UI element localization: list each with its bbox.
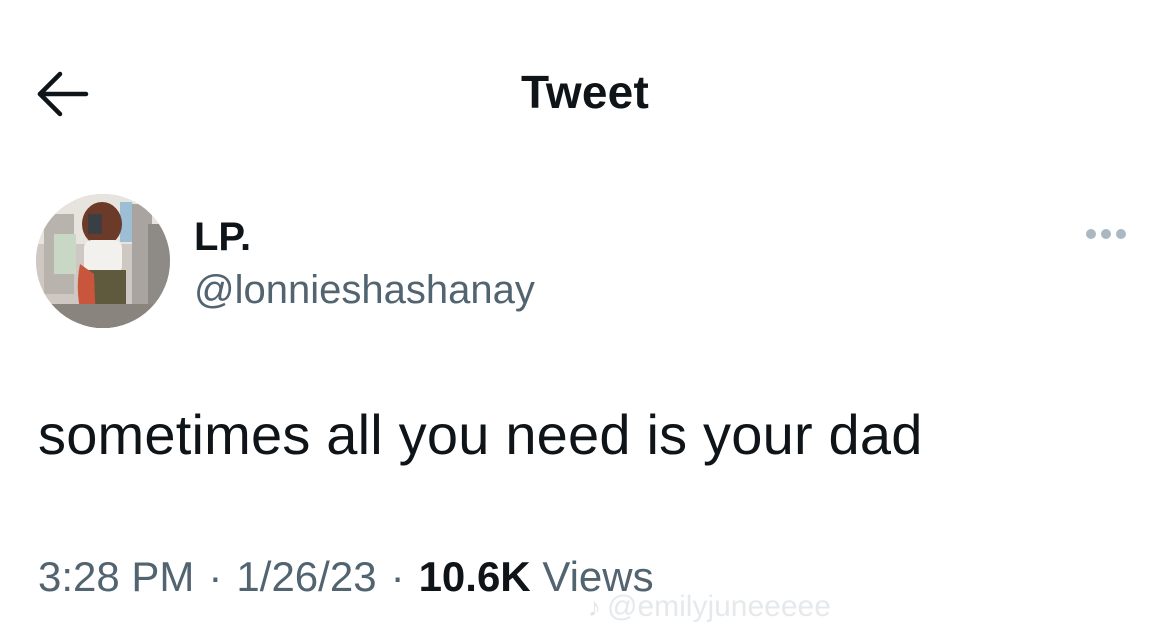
more-horizontal-icon [1116, 229, 1126, 239]
page-title: Tweet [521, 66, 649, 118]
watermark-text: @emilyjuneeeee [607, 590, 831, 623]
meta-separator: · [390, 553, 405, 600]
more-options-button[interactable] [1076, 214, 1136, 254]
display-name[interactable]: LP. [194, 213, 251, 261]
tweet-date[interactable]: 1/26/23 [236, 553, 376, 600]
meta-separator: · [208, 553, 223, 600]
tweet-text: sometimes all you need is your dad [38, 403, 923, 466]
profile-photo [36, 194, 170, 328]
more-horizontal-icon [1101, 229, 1111, 239]
tweet-detail-page: Tweet LP. @lonnieshashanay sometimes all… [0, 0, 1170, 640]
user-handle[interactable]: @lonnieshashanay [194, 266, 535, 314]
top-bar: Tweet [0, 0, 1170, 190]
tweet-meta: 3:28 PM · 1/26/23 · 10.6K Views [38, 552, 654, 602]
avatar[interactable] [36, 194, 170, 328]
views-count[interactable]: 10.6K [419, 553, 531, 600]
more-horizontal-icon [1086, 229, 1096, 239]
watermark: ♪ @emilyjuneeeee [588, 590, 831, 624]
tweet-time[interactable]: 3:28 PM [38, 553, 194, 600]
tiktok-icon: ♪ [588, 592, 601, 622]
